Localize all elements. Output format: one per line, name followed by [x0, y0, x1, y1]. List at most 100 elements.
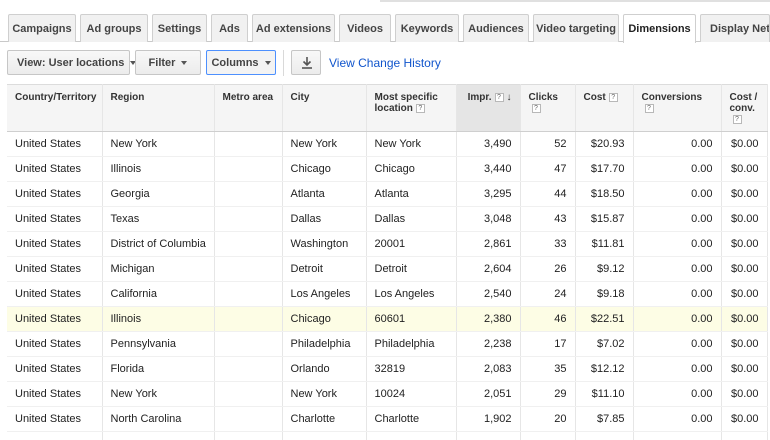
cell-country: United States [7, 181, 103, 207]
table-row[interactable]: United States Michigan Detroit Detroit 2,604… [7, 256, 768, 282]
tab-ad-extensions[interactable]: Ad extensions [252, 14, 335, 42]
dimensions-table: Country/Territory Region Metro area City… [7, 84, 768, 440]
column-header-cost[interactable]: Cost? [575, 84, 634, 132]
download-icon [302, 57, 312, 69]
table-row-partial [7, 431, 768, 440]
table-row[interactable]: United States New York New York 10024 2,051 2… [7, 381, 768, 407]
cell-impr: 2,604 [456, 256, 521, 282]
help-icon[interactable]: ? [494, 92, 504, 102]
table-row[interactable]: United States Florida Orlando 32819 2,083 35 $… [7, 356, 768, 382]
cell-region: Florida [102, 356, 215, 382]
column-header-clicks[interactable]: Clicks? [520, 84, 576, 132]
cell-cost: $11.10 [575, 381, 634, 407]
table-row[interactable]: United States Pennsylvania Philadelphia Phi… [7, 331, 768, 357]
cell-impr: 3,295 [456, 181, 521, 207]
cell-country: United States [7, 156, 103, 182]
cell-city: New York [282, 131, 367, 157]
columns-dropdown-label: Columns [211, 56, 259, 69]
table-row[interactable]: United States District of Columbia Washing… [7, 231, 768, 257]
chevron-down-icon [181, 60, 188, 65]
cell-cost: $7.02 [575, 331, 634, 357]
column-header-cost-per-conversion[interactable]: Cost / conv.? [721, 84, 768, 132]
tab-keywords[interactable]: Keywords [395, 14, 459, 42]
cell-region: District of Columbia [102, 231, 215, 257]
column-header-most-specific[interactable]: Most specific location? [366, 84, 457, 132]
cell-cost: $15.87 [575, 206, 634, 232]
column-header-conversions[interactable]: Conversions? [633, 84, 722, 132]
cell-conversions: 0.00 [633, 331, 722, 357]
tab-display-network[interactable]: Display Netwo [700, 14, 770, 42]
filter-dropdown[interactable]: Filter [135, 50, 201, 75]
cell-metro [214, 306, 283, 332]
tab-ads[interactable]: Ads [211, 14, 248, 42]
cell-clicks: 26 [520, 256, 576, 282]
column-header-country[interactable]: Country/Territory [7, 84, 103, 132]
table-row[interactable]: United States North Carolina Charlotte Char… [7, 406, 768, 432]
cell-city: Chicago [282, 306, 367, 332]
cell-cost-conv: $0.00 [721, 356, 768, 382]
view-change-history-link[interactable]: View Change History [329, 56, 441, 70]
cell-metro [214, 181, 283, 207]
cell-city: Washington [282, 231, 367, 257]
tab-dimensions[interactable]: Dimensions [623, 14, 696, 43]
cell-conversions: 0.00 [633, 281, 722, 307]
cell-metro [214, 406, 283, 432]
cell-region: New York [102, 381, 215, 407]
cell-cost: $9.18 [575, 281, 634, 307]
cell-clicks: 47 [520, 156, 576, 182]
cell-region: Georgia [102, 181, 215, 207]
cell-cost-conv: $0.00 [721, 306, 768, 332]
cell-metro [214, 206, 283, 232]
column-header-city[interactable]: City [282, 84, 367, 132]
column-header-impressions[interactable]: Impr.? ↓ [456, 84, 521, 132]
table-row[interactable]: United States Illinois Chicago 60601 2,380 46… [7, 306, 768, 332]
cell-clicks: 33 [520, 231, 576, 257]
help-icon[interactable]: ? [608, 92, 618, 102]
cell-specific: Philadelphia [366, 331, 457, 357]
cell-specific: 60601 [366, 306, 457, 332]
columns-dropdown[interactable]: Columns [206, 50, 276, 75]
table-row[interactable]: United States Texas Dallas Dallas 3,048 43 $15… [7, 206, 768, 232]
download-button[interactable] [291, 50, 321, 75]
cell-cost: $20.93 [575, 131, 634, 157]
cell-cost: $17.70 [575, 156, 634, 182]
cell-metro [214, 256, 283, 282]
table-row[interactable]: United States Georgia Atlanta Atlanta 3,295 4… [7, 181, 768, 207]
help-icon[interactable]: ? [415, 103, 425, 113]
cell-clicks: 24 [520, 281, 576, 307]
cell-metro [214, 156, 283, 182]
cell-cost: $22.51 [575, 306, 634, 332]
column-header-metro[interactable]: Metro area [214, 84, 283, 132]
help-icon[interactable]: ? [732, 114, 742, 124]
cell-conversions: 0.00 [633, 381, 722, 407]
table-row[interactable]: United States New York New York New York 3,4… [7, 131, 768, 157]
cell-city: Philadelphia [282, 331, 367, 357]
table-row[interactable]: United States California Los Angeles Los An… [7, 281, 768, 307]
cell-country: United States [7, 281, 103, 307]
cell-cost-conv: $0.00 [721, 156, 768, 182]
cell-cost-conv: $0.00 [721, 406, 768, 432]
tab-video-targeting[interactable]: Video targeting [533, 14, 619, 42]
tab-ad-groups[interactable]: Ad groups [80, 14, 148, 42]
cell-country: United States [7, 331, 103, 357]
table-row[interactable]: United States Illinois Chicago Chicago 3,440… [7, 156, 768, 182]
help-icon[interactable]: ? [644, 103, 654, 113]
cell-cost-conv: $0.00 [721, 281, 768, 307]
view-dropdown[interactable]: View: User locations [7, 50, 137, 75]
tab-videos[interactable]: Videos [339, 14, 391, 42]
column-header-region[interactable]: Region [102, 84, 215, 132]
cell-cost-conv: $0.00 [721, 381, 768, 407]
cell-metro [214, 231, 283, 257]
tab-settings[interactable]: Settings [152, 14, 207, 42]
cell-country: United States [7, 206, 103, 232]
cell-clicks: 17 [520, 331, 576, 357]
cell-region: North Carolina [102, 406, 215, 432]
tab-audiences[interactable]: Audiences [463, 14, 529, 42]
tab-campaigns[interactable]: Campaigns [8, 14, 76, 42]
sort-descending-icon: ↓ [506, 92, 512, 103]
cell-city: Orlando [282, 356, 367, 382]
cell-impr: 2,540 [456, 281, 521, 307]
cell-cost-conv: $0.00 [721, 206, 768, 232]
cell-country: United States [7, 381, 103, 407]
help-icon[interactable]: ? [531, 103, 541, 113]
